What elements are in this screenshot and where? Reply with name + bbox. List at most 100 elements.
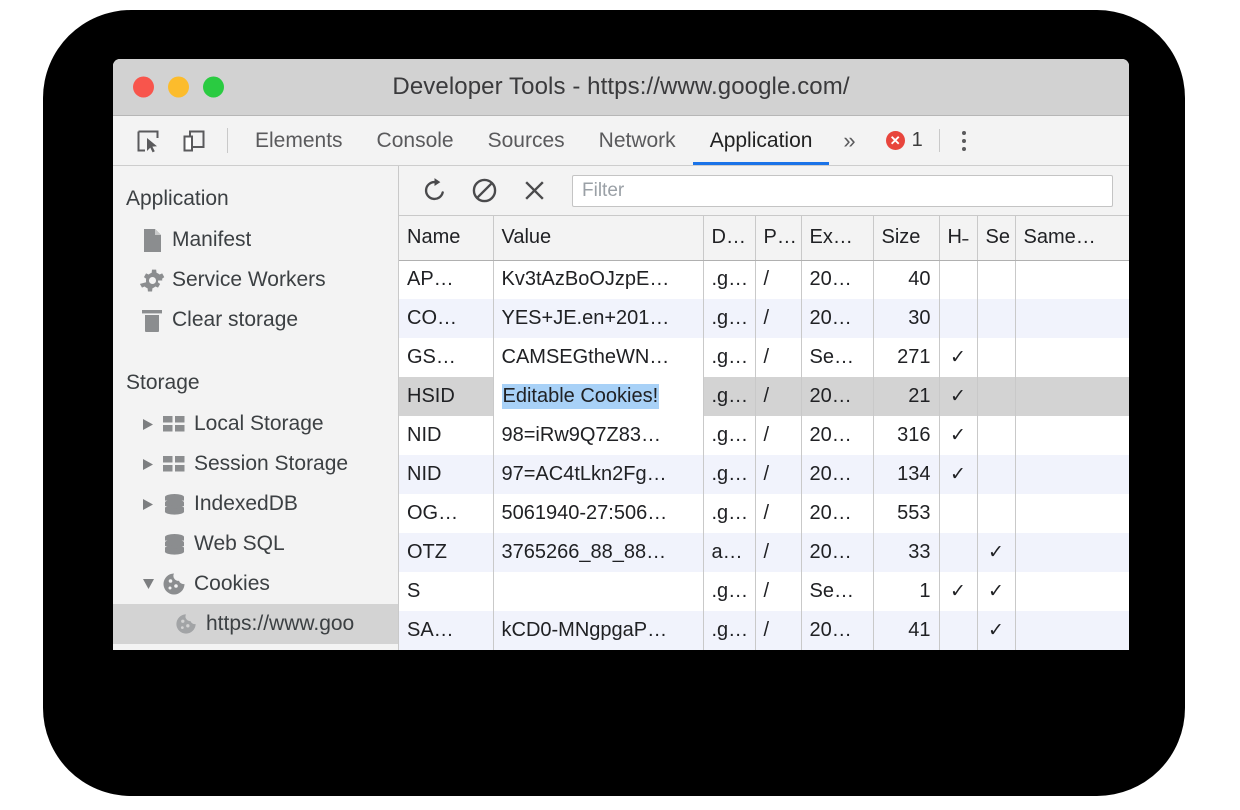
sidebar-item-indexeddb[interactable]: IndexedDB (113, 484, 398, 524)
cell-name[interactable]: HSID (399, 377, 493, 416)
column-header-httponly[interactable]: H˗ (939, 216, 977, 260)
cell-value[interactable]: YES+JE.en+201… (493, 299, 703, 338)
cell-secure[interactable] (977, 377, 1015, 416)
cell-size[interactable]: 271 (873, 338, 939, 377)
column-header-path[interactable]: P… (755, 216, 801, 260)
column-header-domain[interactable]: D… (703, 216, 755, 260)
tab-network[interactable]: Network (582, 116, 693, 165)
cell-path[interactable]: / (755, 377, 801, 416)
cell-expires[interactable]: Se… (801, 572, 873, 611)
cell-httponly[interactable] (939, 611, 977, 650)
cell-value[interactable]: CAMSEGtheWN… (493, 338, 703, 377)
value-edit-box[interactable]: Editable Cookies! (493, 377, 703, 416)
cell-domain[interactable]: .g… (703, 416, 755, 455)
cell-httponly[interactable] (939, 533, 977, 572)
cell-value[interactable]: 98=iRw9Q7Z83… (493, 416, 703, 455)
cell-path[interactable]: / (755, 260, 801, 299)
cell-httponly[interactable]: ✓ (939, 455, 977, 494)
cell-domain[interactable]: .g… (703, 494, 755, 533)
cell-domain[interactable]: .g… (703, 299, 755, 338)
cell-samesite[interactable] (1015, 455, 1129, 494)
cell-httponly[interactable] (939, 494, 977, 533)
cell-domain[interactable]: .g… (703, 572, 755, 611)
cell-expires[interactable]: Se… (801, 338, 873, 377)
cell-domain[interactable]: a… (703, 533, 755, 572)
kebab-menu-icon[interactable] (944, 116, 984, 165)
cell-value-editing[interactable]: Editable Cookies! (493, 377, 703, 416)
cell-value[interactable]: 5061940-27:506… (493, 494, 703, 533)
cell-value[interactable]: 97=AC4tLkn2Fg… (493, 455, 703, 494)
cell-path[interactable]: / (755, 299, 801, 338)
cell-value[interactable]: Kv3tAzBoOJzpE… (493, 260, 703, 299)
close-window-button[interactable] (133, 77, 154, 98)
cell-samesite[interactable] (1015, 572, 1129, 611)
cell-expires[interactable]: 20… (801, 494, 873, 533)
cell-samesite[interactable] (1015, 260, 1129, 299)
minimize-window-button[interactable] (168, 77, 189, 98)
tab-console[interactable]: Console (360, 116, 471, 165)
cell-path[interactable]: / (755, 611, 801, 650)
column-header-secure[interactable]: Sе (977, 216, 1015, 260)
cell-samesite[interactable] (1015, 494, 1129, 533)
cell-domain[interactable]: .g… (703, 260, 755, 299)
cell-expires[interactable]: 20… (801, 533, 873, 572)
table-row[interactable]: OG…5061940-27:506….g…/20…553 (399, 494, 1129, 533)
cell-expires[interactable]: 20… (801, 299, 873, 338)
cell-name[interactable]: OTZ (399, 533, 493, 572)
device-toolbar-icon[interactable] (171, 116, 217, 165)
cell-samesite[interactable] (1015, 377, 1129, 416)
cell-expires[interactable]: 20… (801, 455, 873, 494)
cell-secure[interactable] (977, 494, 1015, 533)
cell-value[interactable]: kCD0-MNgpgaP… (493, 611, 703, 650)
cell-path[interactable]: / (755, 416, 801, 455)
table-row[interactable]: NID97=AC4tLkn2Fg….g…/20…134✓ (399, 455, 1129, 494)
chevron-right-icon[interactable] (137, 498, 159, 511)
cell-httponly[interactable]: ✓ (939, 377, 977, 416)
sidebar-item-web-sql[interactable]: Web SQL (113, 524, 398, 564)
cell-expires[interactable]: 20… (801, 260, 873, 299)
cell-path[interactable]: / (755, 455, 801, 494)
cell-secure[interactable] (977, 416, 1015, 455)
cell-httponly[interactable]: ✓ (939, 572, 977, 611)
cell-path[interactable]: / (755, 494, 801, 533)
cell-secure[interactable] (977, 455, 1015, 494)
cell-name[interactable]: NID (399, 416, 493, 455)
cell-name[interactable]: SA… (399, 611, 493, 650)
table-row[interactable]: GS…CAMSEGtheWN….g…/Se…271✓ (399, 338, 1129, 377)
tab-application[interactable]: Application (693, 116, 830, 165)
column-header-expires[interactable]: Ex… (801, 216, 873, 260)
cell-size[interactable]: 316 (873, 416, 939, 455)
error-indicator[interactable]: ✕ 1 (870, 116, 935, 165)
cell-expires[interactable]: 20… (801, 377, 873, 416)
cookies-data-grid[interactable]: Name Value D… P… Ex… Size H˗ Sе Same… AP… (399, 216, 1129, 650)
cell-httponly[interactable]: ✓ (939, 416, 977, 455)
cell-expires[interactable]: 20… (801, 611, 873, 650)
cell-size[interactable]: 33 (873, 533, 939, 572)
cell-path[interactable]: / (755, 572, 801, 611)
cell-name[interactable]: OG… (399, 494, 493, 533)
cell-size[interactable]: 40 (873, 260, 939, 299)
chevron-right-icon[interactable] (137, 458, 159, 471)
cell-path[interactable]: / (755, 338, 801, 377)
chevron-right-icon[interactable] (137, 418, 159, 431)
cell-name[interactable]: CO… (399, 299, 493, 338)
sidebar-item-session-storage[interactable]: Session Storage (113, 444, 398, 484)
table-row[interactable]: CO…YES+JE.en+201….g…/20…30 (399, 299, 1129, 338)
column-header-name[interactable]: Name (399, 216, 493, 260)
cell-httponly[interactable]: ✓ (939, 338, 977, 377)
cell-secure[interactable]: ✓ (977, 533, 1015, 572)
sidebar-item-service-workers[interactable]: Service Workers (113, 260, 398, 300)
cell-secure[interactable] (977, 299, 1015, 338)
sidebar-item-cookies[interactable]: Cookies (113, 564, 398, 604)
column-header-size[interactable]: Size (873, 216, 939, 260)
column-header-value[interactable]: Value (493, 216, 703, 260)
cell-value[interactable] (493, 572, 703, 611)
sidebar-item-cookies-origin[interactable]: https://www.goo (113, 604, 398, 644)
cell-value[interactable]: 3765266_88_88… (493, 533, 703, 572)
cell-name[interactable]: AP… (399, 260, 493, 299)
cell-size[interactable]: 21 (873, 377, 939, 416)
column-header-samesite[interactable]: Same… (1015, 216, 1129, 260)
cell-name[interactable]: GS… (399, 338, 493, 377)
cell-httponly[interactable] (939, 299, 977, 338)
clear-all-icon[interactable] (459, 166, 509, 216)
